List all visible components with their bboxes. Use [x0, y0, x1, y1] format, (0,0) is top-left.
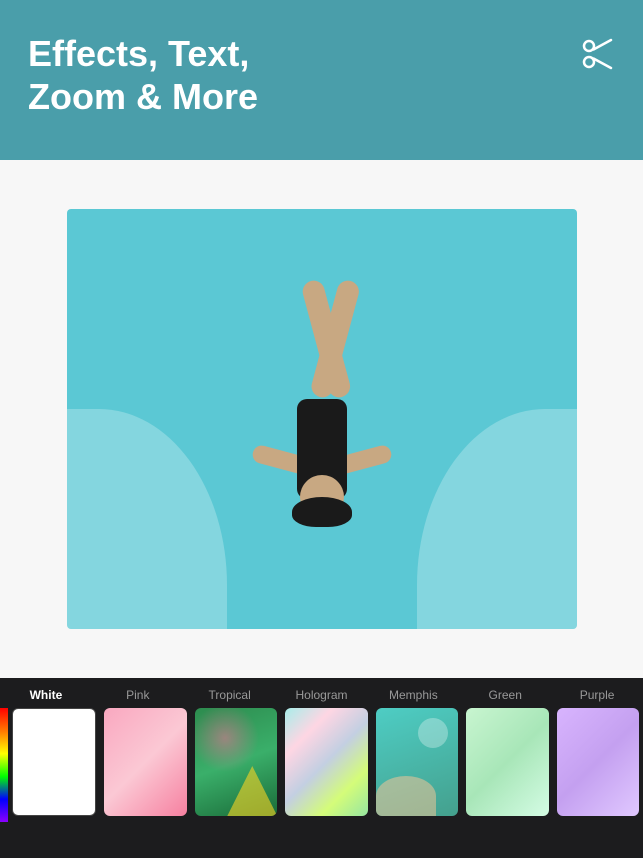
wave-left [67, 409, 227, 629]
thumb-memphis[interactable] [376, 708, 458, 816]
filter-label-purple[interactable]: Purple [551, 688, 643, 702]
title-line1: Effects, Text, [28, 33, 249, 74]
thumb-white[interactable] [12, 708, 96, 816]
filter-labels: White Pink Tropical Hologram Memphis Gre… [0, 678, 643, 708]
thumb-green[interactable] [466, 708, 548, 816]
filter-thumbnails [0, 708, 643, 828]
rainbow-strip [0, 708, 8, 822]
figure [242, 259, 402, 579]
thumb-purple[interactable] [557, 708, 639, 816]
scissors-icon[interactable] [579, 36, 615, 79]
thumb-pink[interactable] [104, 708, 186, 816]
photo-canvas [67, 209, 577, 629]
wave-right [417, 409, 577, 629]
bottom-bar: White Pink Tropical Hologram Memphis Gre… [0, 678, 643, 858]
filter-label-white[interactable]: White [0, 688, 92, 702]
title-line2: Zoom & More [28, 76, 258, 117]
filter-label-pink[interactable]: Pink [92, 688, 184, 702]
filter-label-memphis[interactable]: Memphis [367, 688, 459, 702]
header: Effects, Text, Zoom & More [0, 0, 643, 160]
thumb-hologram[interactable] [285, 708, 367, 816]
filter-label-hologram[interactable]: Hologram [276, 688, 368, 702]
page-title: Effects, Text, Zoom & More [28, 32, 258, 118]
main-content [0, 160, 643, 678]
thumb-tropical[interactable] [195, 708, 277, 816]
filter-label-green[interactable]: Green [459, 688, 551, 702]
figure-hair [292, 497, 352, 527]
photo-container [67, 209, 577, 629]
filter-label-tropical[interactable]: Tropical [184, 688, 276, 702]
